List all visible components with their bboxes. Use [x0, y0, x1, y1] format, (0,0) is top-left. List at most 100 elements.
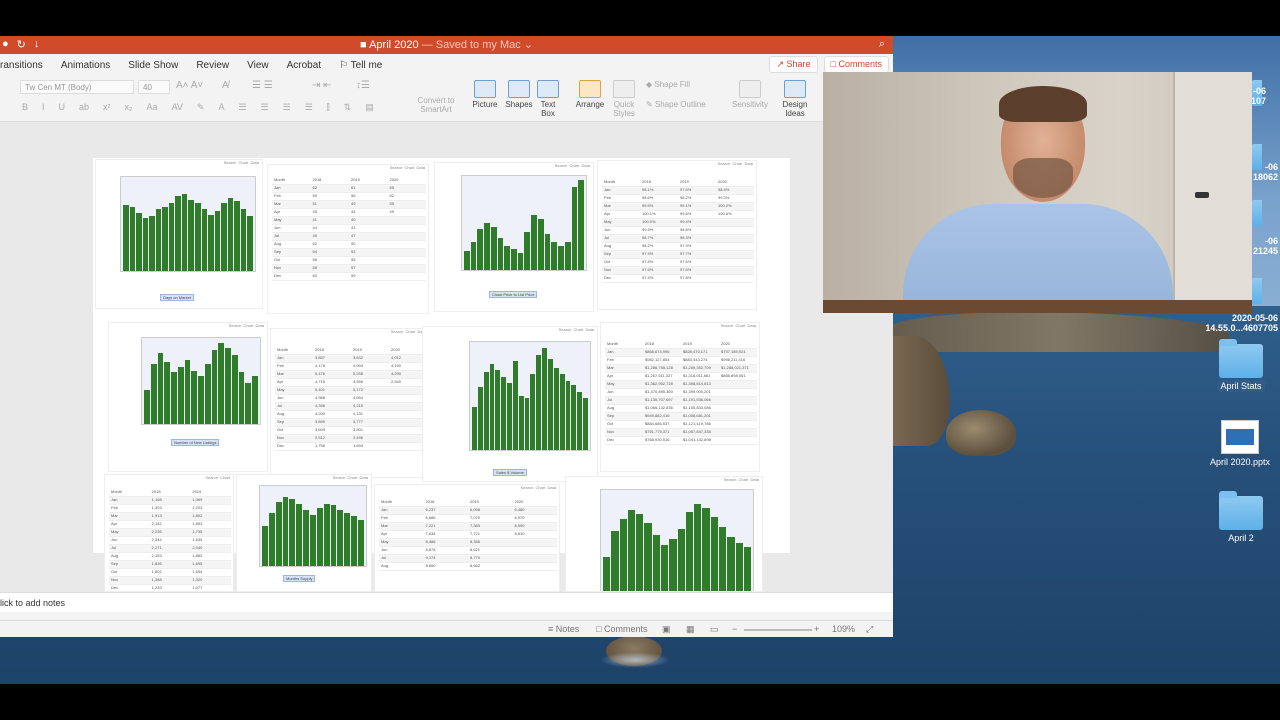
slide-table-panel[interactable]: Search Chart Data Month 2018 2019 2020 Jan 9…	[597, 160, 757, 310]
design-ideas-icon	[784, 80, 806, 98]
columns-icon[interactable]: ⫿	[327, 102, 330, 113]
chart-plot	[461, 175, 587, 271]
quick-styles-icon	[613, 80, 635, 98]
desktop-file-label: 2020-05-06 14.55.0...4607705	[1205, 313, 1278, 333]
sensitivity-button[interactable]: Sensitivity	[730, 80, 770, 109]
indent-icon[interactable]: ⇥ ⇤	[312, 80, 332, 91]
background-door	[1173, 72, 1252, 313]
zoom-out-icon[interactable]: −	[732, 624, 737, 634]
pptx-file-icon	[1221, 420, 1259, 454]
text-box-button[interactable]: Text Box	[536, 80, 560, 118]
zoom-level[interactable]: 109%	[832, 624, 855, 634]
shapes-icon	[508, 80, 530, 98]
slide-chart-panel[interactable]: Search Chart Data Days on Market	[95, 159, 263, 309]
tab-review[interactable]: Review	[187, 60, 238, 71]
folder-icon	[1219, 339, 1263, 378]
zoom-slider[interactable]	[744, 629, 812, 631]
design-ideas-button[interactable]: Design Ideas	[780, 80, 810, 118]
slide-table-panel[interactable]: Search Chart Data Month 2018 2019 2020 Jan 3…	[270, 328, 430, 478]
font-family-select[interactable]: Tw Cen MT (Body)	[20, 80, 134, 94]
share-icon: ↗	[776, 59, 784, 69]
slide-chart-panel[interactable]: Search Chart Data Close Price to List Pr…	[434, 162, 594, 312]
tab-acrobat[interactable]: Acrobat	[278, 60, 330, 71]
convert-smartart-button[interactable]: Convert to SmartArt	[414, 96, 458, 114]
align-right-icon[interactable]: ☰	[283, 102, 291, 113]
presenter-beard	[1013, 158, 1073, 198]
desktop-file-icon[interactable]	[1252, 200, 1262, 226]
font-color-icon[interactable]: A	[218, 102, 224, 113]
slide-table-panel[interactable]: Search Chart Data Month 2018 2019 2020 Jan 6…	[267, 164, 429, 314]
picture-button[interactable]: Picture	[470, 80, 500, 109]
comments-status-button[interactable]: □ Comments	[596, 624, 647, 634]
align-left-icon[interactable]: ☰	[238, 102, 246, 113]
comment-icon: □	[830, 59, 836, 69]
shape-outline-button[interactable]: ✎ Shape Outline	[646, 100, 726, 109]
align-text-icon[interactable]: ▤	[365, 102, 374, 113]
superscript-icon[interactable]: x²	[103, 102, 111, 113]
justify-icon[interactable]: ☰	[305, 102, 313, 113]
clear-format-icon[interactable]: A̸	[222, 80, 229, 91]
tab-tell-me[interactable]: ⚐ Tell me	[330, 60, 391, 71]
quick-styles-button[interactable]: Quick Styles	[610, 80, 638, 118]
wallpaper-rock	[946, 410, 1016, 456]
chart-plot	[600, 489, 754, 591]
desktop-file-icon[interactable]	[1252, 278, 1262, 304]
underline-icon[interactable]: U	[59, 102, 66, 113]
line-spacing-icon[interactable]: ↕☰	[356, 80, 370, 91]
tab-transitions[interactable]: ransitions	[0, 60, 52, 71]
sensitivity-icon	[739, 80, 761, 98]
align-center-icon[interactable]: ☰	[261, 102, 269, 113]
comment-icon: □	[596, 624, 602, 634]
shapes-button[interactable]: Shapes	[504, 80, 534, 109]
slide-chart-panel[interactable]: Search Chart Data Months Supply	[236, 474, 372, 592]
notes-button[interactable]: ≡ Notes	[548, 624, 579, 634]
slide-table-panel[interactable]: Search Chart Data Month 2018 2019 2020 Jan $…	[600, 322, 760, 472]
shape-fill-button[interactable]: ◆ Shape Fill	[646, 80, 716, 89]
tab-animations[interactable]: Animations	[52, 60, 119, 71]
powerpoint-window: ● ↻ ↓ ■ April 2020 — Saved to my Mac ⌄ ⌕…	[0, 36, 893, 637]
letterbox-top	[0, 0, 1280, 36]
normal-view-icon[interactable]: ▣	[662, 624, 671, 635]
tab-view[interactable]: View	[238, 60, 278, 71]
zoom-in-icon[interactable]: +	[814, 624, 819, 634]
font-size-select[interactable]: 40	[138, 80, 170, 94]
strike-icon[interactable]: ab	[79, 102, 89, 113]
notes-icon: ≡	[548, 624, 554, 634]
ribbon-tabs: ransitions Animations Slide Show Review …	[0, 54, 893, 76]
highlight-icon[interactable]: ✎	[197, 102, 205, 113]
bullets-icon[interactable]: ☰ ☰	[252, 80, 273, 91]
subscript-icon[interactable]: x₂	[125, 102, 133, 113]
slide-table-panel[interactable]: Search Chart Month 2018 2019 Jan 1,168 1,069…	[104, 474, 234, 592]
slide-chart-panel[interactable]: Search Chart Data Number of New Listings	[108, 322, 268, 472]
window-title: ■ April 2020 — Saved to my Mac ⌄	[359, 39, 534, 51]
lightbulb-icon: ⚐	[339, 59, 349, 71]
letterbox-bottom	[0, 684, 1280, 720]
italic-icon[interactable]: I	[42, 102, 45, 113]
notes-pane[interactable]: lick to add notes	[0, 592, 893, 612]
desktop-folder-april-stats[interactable]: April Stats	[1211, 339, 1271, 392]
desktop-file-april-pptx[interactable]: April 2020.pptx	[1204, 420, 1276, 467]
desktop-folder-april-2[interactable]: April 2	[1211, 491, 1271, 543]
share-button[interactable]: ↗ Share	[769, 56, 818, 73]
presenter-hair	[999, 86, 1087, 122]
change-case-icon[interactable]: Aa	[147, 102, 158, 113]
search-icon[interactable]: ⌕	[879, 38, 885, 51]
tab-slide-show[interactable]: Slide Show	[119, 60, 187, 71]
comments-button[interactable]: □ Comments	[823, 56, 889, 73]
ribbon: Tw Cen MT (Body) 40 A˄ A˅ A̸ ☰ ☰ ⇥ ⇤ ↕☰ …	[0, 76, 893, 122]
bold-icon[interactable]: B	[22, 102, 28, 113]
presenter-shirt	[903, 204, 1173, 313]
font-size-controls-icon[interactable]: A˄ A˅	[176, 80, 203, 91]
title-bar: ● ↻ ↓ ■ April 2020 — Saved to my Mac ⌄ ⌕	[0, 36, 893, 54]
slide-chart-panel[interactable]: Search Chart Data Sales $ Volume	[422, 326, 598, 482]
text-direction-icon[interactable]: ⇅	[344, 102, 352, 113]
slide-sorter-icon[interactable]: ▦	[686, 624, 695, 635]
fit-slide-icon[interactable]: ⤢	[866, 624, 873, 635]
arrange-button[interactable]: Arrange	[574, 80, 606, 109]
slide-table-panel[interactable]: Search Chart Data Month 2018 2019 2020 Jan 6…	[374, 484, 560, 592]
char-spacing-icon[interactable]: AV	[172, 102, 183, 113]
webcam-overlay	[823, 72, 1252, 313]
format-row: B I U ab x² x₂ Aa AV ✎ A ☰ ☰ ☰ ☰ ⫿ ⇅ ▤	[22, 102, 374, 113]
slide-chart-panel[interactable]: Search Chart Data	[565, 476, 763, 592]
reading-view-icon[interactable]: ▭	[710, 624, 719, 635]
